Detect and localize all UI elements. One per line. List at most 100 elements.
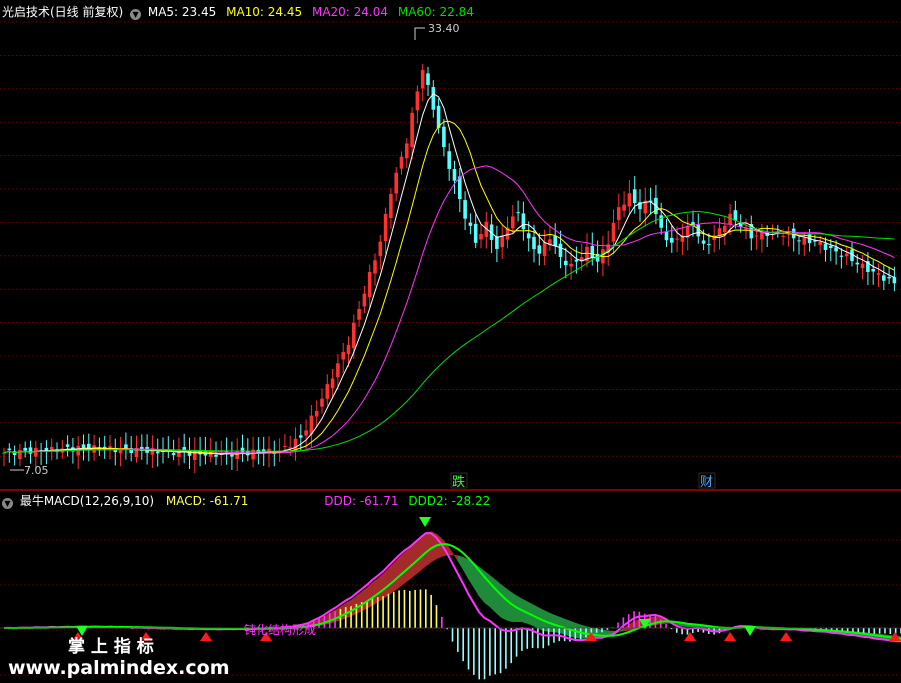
candle-body [802,237,807,245]
candle-body [346,344,351,355]
candle-body [415,91,420,111]
candle-body [468,222,473,226]
chart-background [0,0,901,683]
macd-label: MACD: -61.71 [165,494,249,508]
candle-body [622,204,626,211]
candle-body [23,447,27,451]
dropdown-icon[interactable]: ▼ [2,498,13,509]
candle-body [564,260,568,266]
candle-body [797,240,801,242]
candle-body [394,172,398,194]
candle-body [283,445,287,447]
candle-body [569,263,573,267]
event-marker: 跌 [452,474,465,490]
macd-ribbon-segment [382,567,389,600]
dropdown-icon[interactable]: ▼ [130,9,142,20]
candle-body [399,156,404,169]
candle-body [230,454,234,457]
candle-body [590,245,595,258]
candle-body [876,273,881,275]
macd-ribbon-segment [489,574,496,613]
stock-title[interactable]: 光启技术(日线 前复权) [2,5,123,19]
candle-body [516,212,520,214]
macd-ribbon-segment [393,556,400,592]
candle-body [49,446,54,450]
candle-body [542,242,547,257]
ddd2-label: DDD2: -28.22 [408,494,491,508]
candle-body [304,430,308,436]
candle-body [65,444,70,447]
candle-body [871,268,875,272]
candle-body [171,452,176,456]
macd-ribbon-segment [356,591,362,615]
macd-ribbon-segment [366,582,373,609]
candle-body [823,243,828,250]
ma60-label: MA60: 22.84 [397,5,474,19]
watermark-url: www.palmindex.com [8,657,230,679]
candle-body [834,247,838,252]
candle-body [357,308,361,320]
watermark-brand: 掌 上 指 标 [68,637,154,657]
candle-body [887,276,891,279]
candle-body [521,213,526,230]
candle-body [479,234,483,240]
ma10-label: MA10: 24.45 [226,5,303,19]
candle-body [670,237,674,243]
candle-body [81,444,86,448]
candle-body [362,293,367,307]
candle-body [781,235,785,237]
candle-body [383,213,388,242]
macd-ribbon-segment [404,547,411,584]
candle-body [320,398,324,407]
candle-body [463,200,467,219]
candle-body [436,105,441,128]
candle-body [500,235,504,248]
candle-body [696,224,701,237]
candle-body [882,275,886,281]
candle-body [473,223,478,243]
candle-body [855,262,860,265]
candle-body [442,126,446,148]
candle-body [325,384,330,399]
stock-chart: 33.40 7.05 跌 财钝化结构形成 [0,0,901,683]
candle-body [627,193,632,207]
candle-body [818,242,822,245]
candle-body [330,378,335,389]
candle-body [367,271,372,298]
ma20-label: MA20: 24.04 [311,5,389,19]
candle-body [675,238,679,240]
indicator-title[interactable]: 最牛MACD(12,26,9,10) [20,494,154,508]
candle-body [336,363,340,378]
candle-body [373,260,377,274]
macd-ribbon-segment [388,562,395,596]
candle-body [553,236,557,246]
candle-body [214,454,218,457]
candle-body [293,438,298,451]
macd-ribbon-segment [414,537,421,576]
candle-body [431,87,436,110]
candle-body [495,236,499,249]
indicator-annotation: 钝化结构形成 [244,622,316,637]
macd-ribbon-segment [409,542,416,580]
candle-body [34,447,38,457]
candle-body [701,240,706,244]
candle-body [754,235,759,237]
candle-body [378,241,383,257]
macd-ribbon-segment [494,579,501,618]
candle-body [733,210,738,221]
candle-body [632,189,637,204]
candle-body [405,143,409,159]
candle-body [108,446,112,448]
candle-body [452,168,457,181]
candle-body [314,410,319,417]
candle-body [844,253,849,257]
candle-body [511,216,515,229]
candle-body [389,194,393,219]
candle-body [839,255,844,257]
candle-body [537,245,542,254]
event-marker: 财 [700,475,713,490]
ma5-label: MA5: 23.45 [147,5,217,19]
candle-body [611,222,616,242]
candle-body [860,263,865,269]
candle-body [420,70,425,89]
